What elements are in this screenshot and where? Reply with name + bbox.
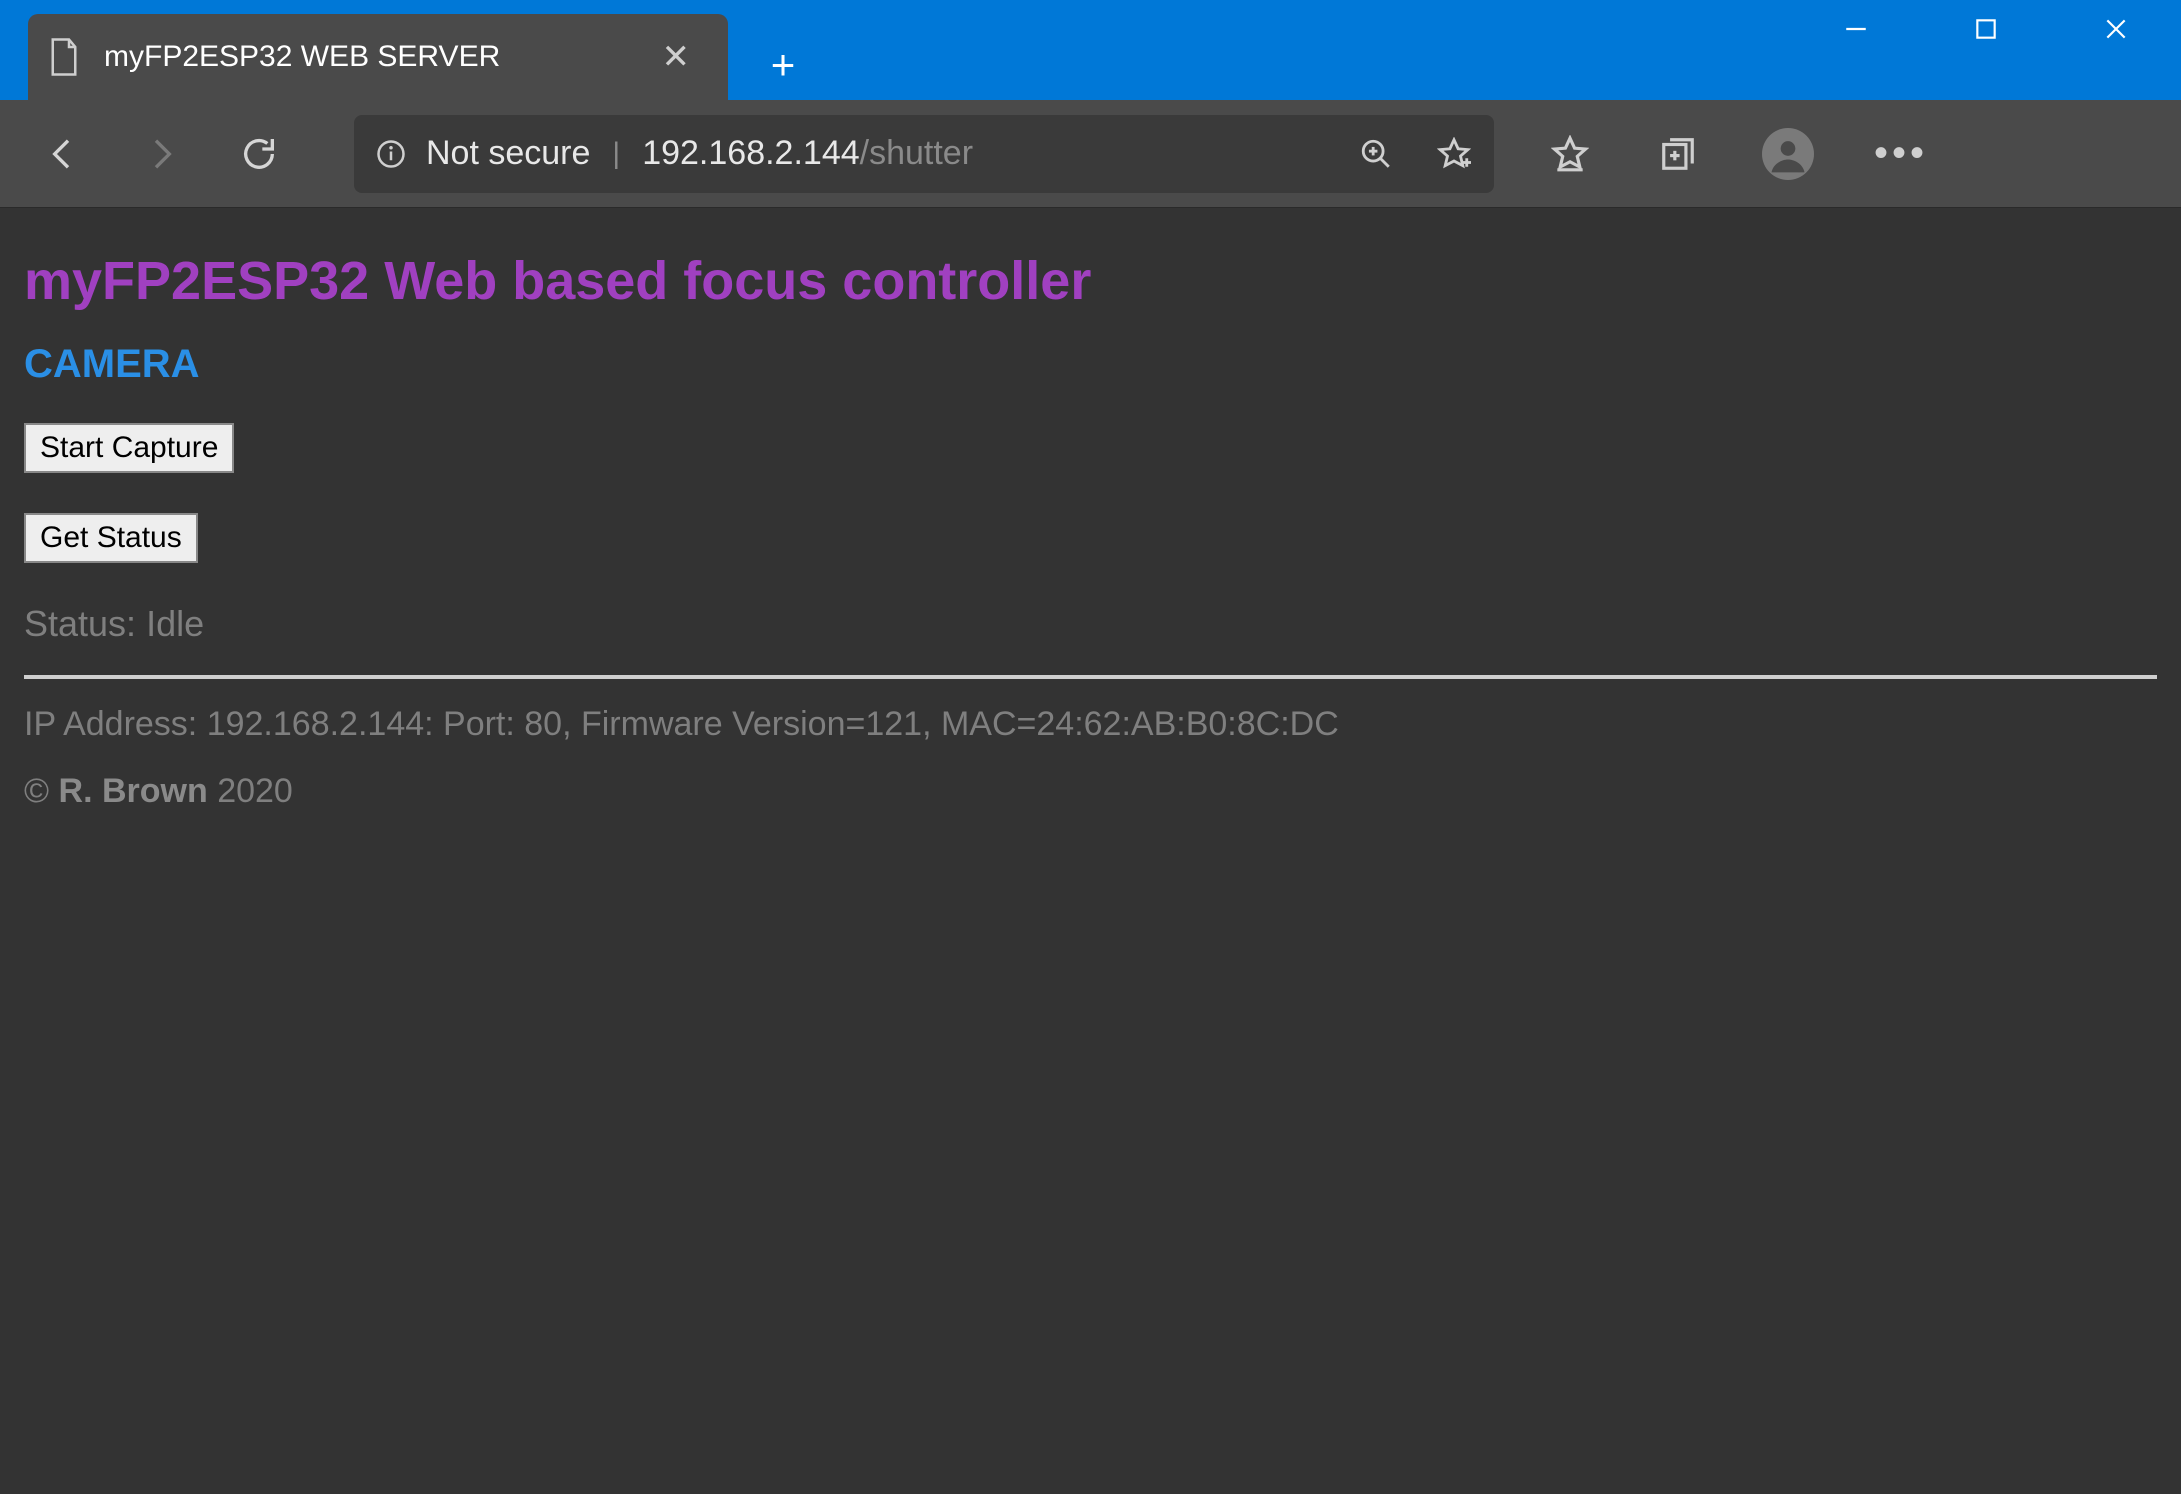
author: R. Brown	[59, 772, 208, 810]
refresh-button[interactable]	[216, 111, 302, 197]
window-controls	[1791, 0, 2181, 58]
toolbar-right: •••	[1546, 128, 1928, 180]
forward-button[interactable]	[118, 111, 204, 197]
separator: |	[612, 137, 620, 171]
favorites-icon[interactable]	[1546, 130, 1594, 178]
browser-tab[interactable]: myFP2ESP32 WEB SERVER ✕	[28, 14, 728, 100]
maximize-button[interactable]	[1921, 0, 2051, 58]
security-label: Not secure	[426, 134, 590, 173]
page-title: myFP2ESP32 Web based focus controller	[24, 250, 2157, 312]
start-capture-button[interactable]: Start Capture	[24, 423, 234, 473]
info-icon	[374, 137, 408, 171]
close-window-button[interactable]	[2051, 0, 2181, 58]
favorite-add-icon[interactable]	[1434, 134, 1474, 174]
close-tab-icon[interactable]: ✕	[652, 36, 701, 78]
copyright-symbol: ©	[24, 772, 49, 810]
minimize-button[interactable]	[1791, 0, 1921, 58]
more-icon[interactable]: •••	[1874, 131, 1928, 176]
back-button[interactable]	[20, 111, 106, 197]
collections-icon[interactable]	[1654, 130, 1702, 178]
url-path: /shutter	[860, 134, 973, 173]
section-heading: CAMERA	[24, 342, 2157, 387]
footer-info: IP Address: 192.168.2.144: Port: 80, Fir…	[24, 705, 2157, 744]
copyright: © R. Brown 2020	[24, 772, 2157, 811]
year: 2020	[217, 772, 293, 810]
browser-toolbar: Not secure | 192.168.2.144/shutter •••	[0, 100, 2181, 208]
divider	[24, 675, 2157, 679]
status-text: Status: Idle	[24, 603, 2157, 645]
page-icon	[48, 37, 80, 77]
page-content: myFP2ESP32 Web based focus controller CA…	[0, 208, 2181, 835]
new-tab-button[interactable]: +	[748, 30, 818, 100]
address-bar[interactable]: Not secure | 192.168.2.144/shutter	[354, 115, 1494, 193]
zoom-icon[interactable]	[1356, 134, 1396, 174]
tabstrip: myFP2ESP32 WEB SERVER ✕ +	[0, 0, 818, 100]
url-host: 192.168.2.144	[642, 134, 859, 173]
window-titlebar: myFP2ESP32 WEB SERVER ✕ +	[0, 0, 2181, 100]
profile-avatar[interactable]	[1762, 128, 1814, 180]
get-status-button[interactable]: Get Status	[24, 513, 198, 563]
tab-title: myFP2ESP32 WEB SERVER	[104, 40, 500, 74]
